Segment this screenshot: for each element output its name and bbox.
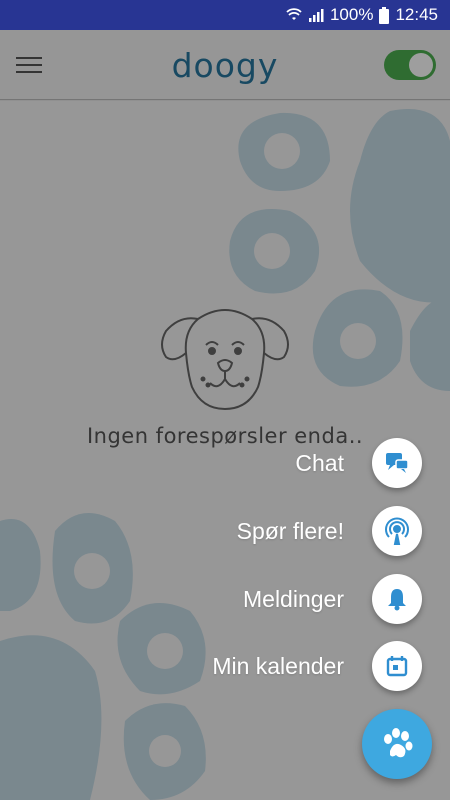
broadcast-icon[interactable]	[372, 506, 422, 556]
fab-item-calendar[interactable]: Min kalender	[212, 641, 422, 691]
wifi-icon	[286, 7, 302, 23]
calendar-icon[interactable]	[372, 641, 422, 691]
clock: 12:45	[395, 5, 438, 24]
battery-icon	[379, 6, 390, 24]
fab-label-calendar[interactable]: Min kalender	[212, 653, 344, 680]
battery-level: 100%	[329, 5, 374, 24]
paw-icon	[384, 728, 413, 758]
signal-icon	[308, 7, 324, 23]
bell-icon[interactable]	[372, 574, 422, 624]
fab-item-chat[interactable]: Chat	[295, 438, 422, 488]
fab-item-ask-more[interactable]: Spør flere!	[237, 506, 422, 556]
fab-label-ask-more[interactable]: Spør flere!	[237, 518, 344, 545]
chat-icon[interactable]	[372, 438, 422, 488]
main-fab-button[interactable]	[362, 709, 432, 779]
fab-item-messages[interactable]: Meldinger	[243, 574, 422, 624]
fab-label-chat[interactable]: Chat	[295, 450, 344, 477]
status-bar: 100% 12:45	[0, 0, 450, 30]
fab-label-messages[interactable]: Meldinger	[243, 586, 344, 613]
